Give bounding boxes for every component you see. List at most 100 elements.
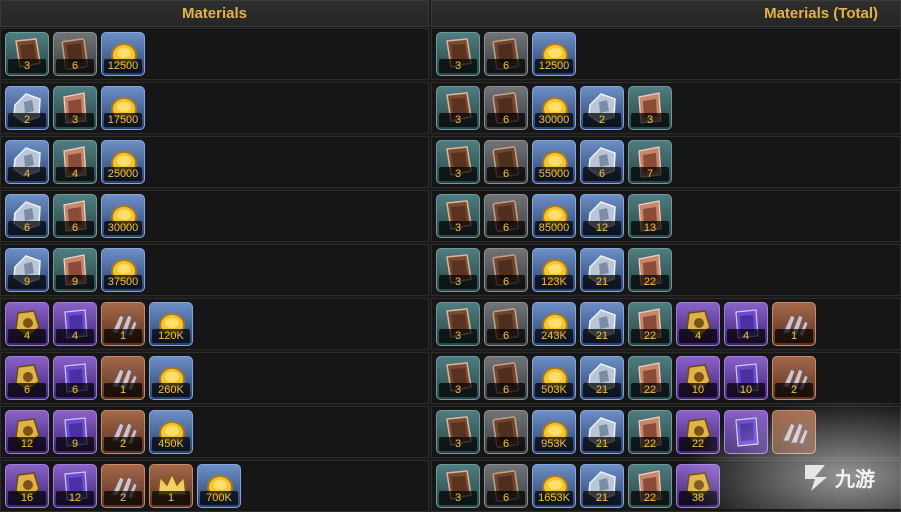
material-quantity: 12 [583, 221, 621, 235]
material-slot[interactable]: 30000 [532, 86, 576, 130]
material-quantity: 22 [631, 329, 669, 343]
material-slot[interactable]: 3 [53, 86, 97, 130]
material-slot[interactable]: 21 [580, 464, 624, 508]
material-slot[interactable]: 25000 [101, 140, 145, 184]
material-slot[interactable]: 2 [580, 86, 624, 130]
material-slot[interactable]: 12500 [101, 32, 145, 76]
material-slot[interactable]: 1653K [532, 464, 576, 508]
material-slot[interactable]: 22 [628, 356, 672, 400]
material-slot[interactable]: 260K [149, 356, 193, 400]
material-slot[interactable]: 38 [676, 464, 720, 508]
material-slot[interactable]: 6 [484, 194, 528, 238]
material-slot[interactable]: 22 [628, 410, 672, 454]
material-slot[interactable]: 4 [724, 302, 768, 346]
material-slot[interactable]: 22 [676, 410, 720, 454]
material-slot[interactable]: 4 [676, 302, 720, 346]
material-slot[interactable]: 3 [436, 356, 480, 400]
material-slot[interactable]: 3 [628, 86, 672, 130]
material-slot[interactable]: 3 [436, 140, 480, 184]
material-slot[interactable]: 17500 [101, 86, 145, 130]
material-slot[interactable]: 3 [436, 32, 480, 76]
material-slot[interactable]: 7 [628, 140, 672, 184]
material-slot[interactable]: 2 [5, 86, 49, 130]
material-slot[interactable]: 55000 [532, 140, 576, 184]
material-slot[interactable]: 9 [53, 410, 97, 454]
material-slot[interactable]: 30000 [101, 194, 145, 238]
material-slot[interactable]: 2 [101, 464, 145, 508]
material-slot[interactable]: 12 [5, 410, 49, 454]
material-slot[interactable]: 3 [436, 410, 480, 454]
material-slot[interactable]: 1 [101, 302, 145, 346]
material-slot[interactable]: 21 [580, 356, 624, 400]
material-slot[interactable]: 4 [53, 302, 97, 346]
material-slot[interactable]: 6 [484, 86, 528, 130]
material-slot[interactable]: 3 [436, 248, 480, 292]
material-slot[interactable]: 6 [5, 194, 49, 238]
material-slot[interactable]: 1 [772, 302, 816, 346]
material-slot[interactable]: 6 [5, 356, 49, 400]
material-slot[interactable]: 3 [436, 464, 480, 508]
material-slot[interactable]: 22 [628, 464, 672, 508]
material-slot[interactable]: 10 [724, 356, 768, 400]
materials-row: 3 6 12500 [0, 28, 429, 80]
material-slot[interactable]: 3 [436, 302, 480, 346]
material-slot[interactable]: 6 [53, 356, 97, 400]
material-slot[interactable]: 4 [5, 302, 49, 346]
material-slot[interactable]: 123K [532, 248, 576, 292]
material-slot[interactable]: 21 [580, 302, 624, 346]
material-slot[interactable]: 12500 [532, 32, 576, 76]
material-slot[interactable]: 6 [484, 248, 528, 292]
material-slot[interactable]: 10 [676, 356, 720, 400]
material-slot[interactable]: 6 [484, 302, 528, 346]
material-slot[interactable]: 120K [149, 302, 193, 346]
material-slot[interactable]: 2 [772, 356, 816, 400]
material-slot[interactable] [772, 410, 816, 454]
material-slot[interactable]: 9 [5, 248, 49, 292]
material-slot[interactable]: 243K [532, 302, 576, 346]
material-slot[interactable]: 6 [53, 194, 97, 238]
material-slot[interactable]: 503K [532, 356, 576, 400]
material-slot[interactable]: 1 [101, 356, 145, 400]
material-slot[interactable]: 6 [53, 32, 97, 76]
materials-row: 9 9 37500 [0, 244, 429, 296]
material-slot[interactable]: 6 [484, 464, 528, 508]
material-slot[interactable]: 9 [53, 248, 97, 292]
material-quantity: 3 [439, 167, 477, 181]
material-slot[interactable]: 4 [53, 140, 97, 184]
material-slot[interactable]: 1 [149, 464, 193, 508]
jiuyou-logo-icon [805, 465, 827, 491]
material-slot[interactable]: 6 [484, 32, 528, 76]
material-slot[interactable]: 16 [5, 464, 49, 508]
materials-total-header: Materials (Total) [431, 0, 901, 27]
material-slot[interactable]: 700K [197, 464, 241, 508]
material-slot[interactable]: 21 [580, 248, 624, 292]
material-slot[interactable]: 6 [484, 140, 528, 184]
material-slot[interactable]: 12 [580, 194, 624, 238]
material-slot[interactable]: 12 [53, 464, 97, 508]
material-quantity: 21 [583, 383, 621, 397]
material-quantity: 12500 [535, 59, 573, 73]
material-quantity: 3 [439, 437, 477, 451]
material-slot[interactable]: 6 [580, 140, 624, 184]
material-slot[interactable]: 3 [436, 86, 480, 130]
material-slot[interactable] [724, 410, 768, 454]
material-quantity: 16 [8, 491, 46, 505]
material-slot[interactable]: 2 [101, 410, 145, 454]
material-slot[interactable]: 85000 [532, 194, 576, 238]
material-slot[interactable]: 953K [532, 410, 576, 454]
material-slot[interactable]: 6 [484, 356, 528, 400]
material-slot[interactable]: 3 [436, 194, 480, 238]
material-slot[interactable]: 22 [628, 302, 672, 346]
material-slot[interactable]: 21 [580, 410, 624, 454]
material-slot[interactable]: 13 [628, 194, 672, 238]
material-slot[interactable]: 4 [5, 140, 49, 184]
material-slot[interactable]: 450K [149, 410, 193, 454]
material-slot[interactable]: 6 [484, 410, 528, 454]
material-slot[interactable]: 3 [5, 32, 49, 76]
materials-row: 4 4 1 120K [0, 298, 429, 350]
violet-scroll-icon [735, 417, 759, 447]
material-slot[interactable]: 22 [628, 248, 672, 292]
material-quantity: 3 [8, 59, 46, 73]
material-quantity: 7 [631, 167, 669, 181]
material-slot[interactable]: 37500 [101, 248, 145, 292]
